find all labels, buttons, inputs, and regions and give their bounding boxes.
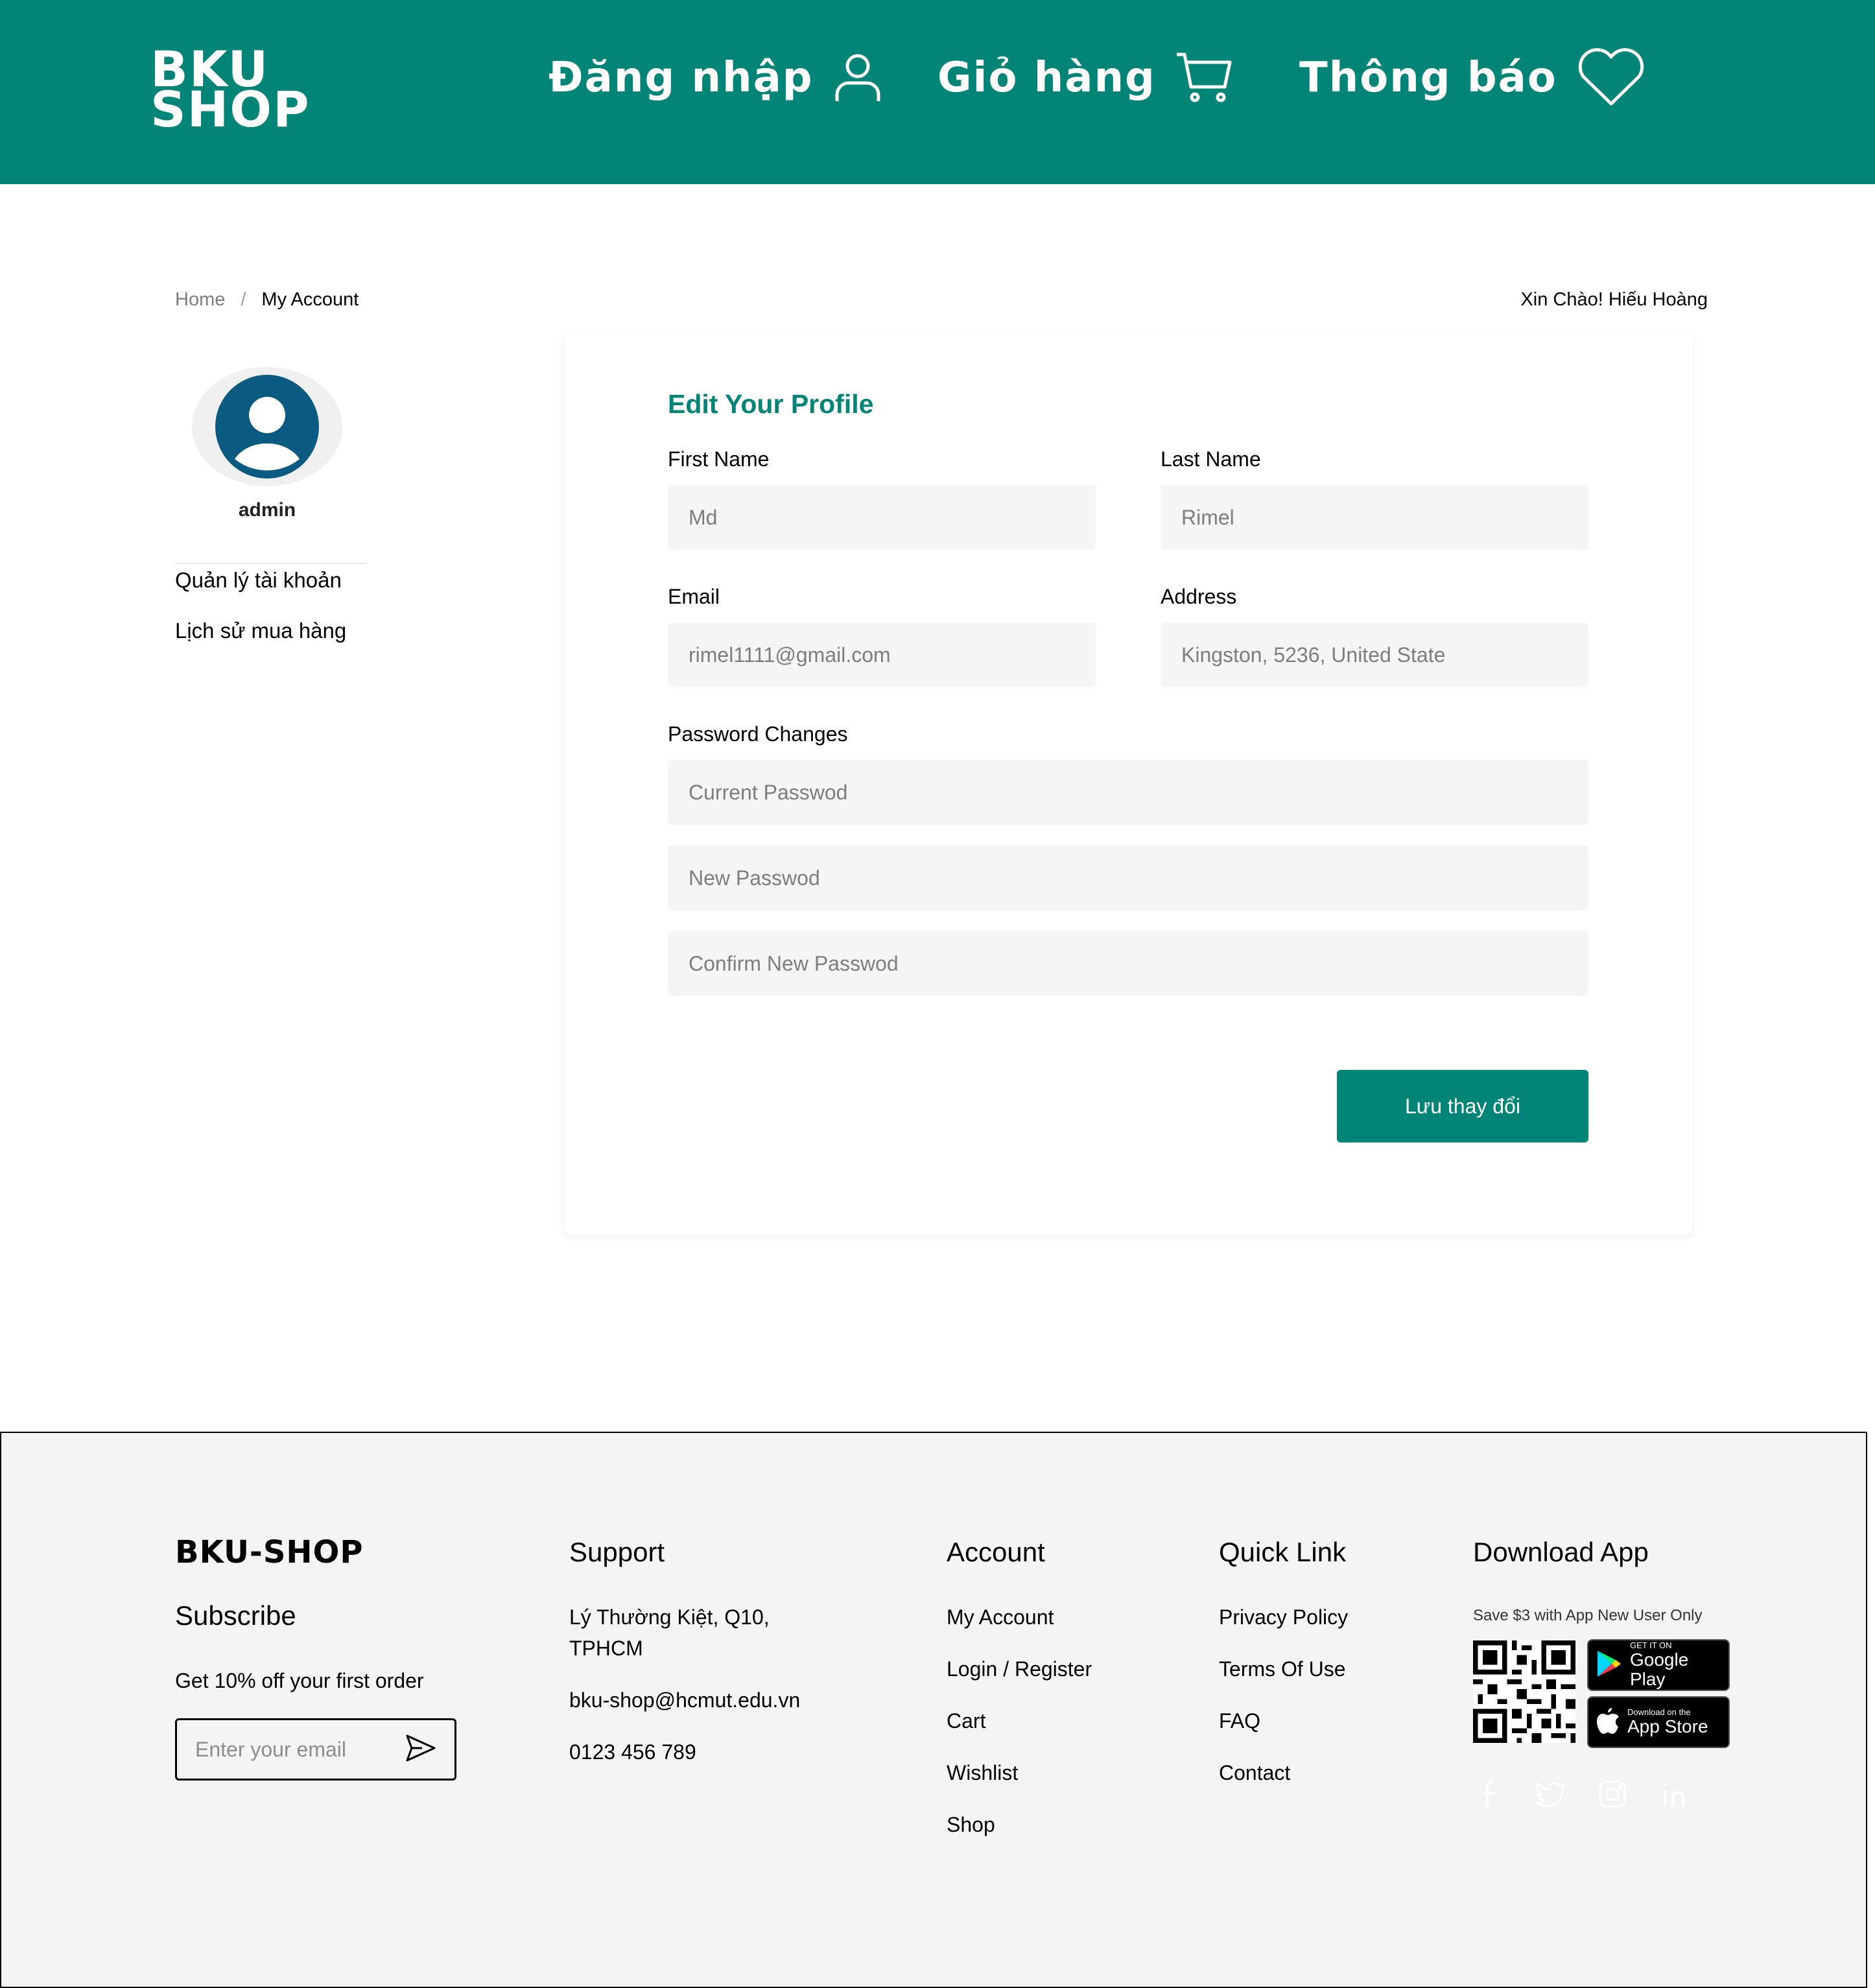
footer-link-terms-of-use[interactable]: Terms Of Use xyxy=(1219,1657,1346,1681)
google-play-big-text: Google Play xyxy=(1630,1650,1689,1689)
footer-link-privacy-policy[interactable]: Privacy Policy xyxy=(1219,1605,1348,1629)
last-name-label: Last Name xyxy=(1161,447,1261,471)
app-store-button[interactable]: Download on the App Store xyxy=(1587,1696,1730,1748)
footer-support-email[interactable]: bku-shop@hcmut.edu.vn xyxy=(569,1688,800,1712)
footer-link-contact[interactable]: Contact xyxy=(1219,1761,1290,1785)
new-password-field[interactable] xyxy=(668,846,1588,910)
footer-subscribe-title: Subscribe xyxy=(175,1600,296,1631)
first-name-field[interactable] xyxy=(668,485,1096,550)
footer-download-title: Download App xyxy=(1473,1537,1649,1567)
email-field[interactable] xyxy=(668,622,1096,687)
footer-email-form xyxy=(175,1718,456,1781)
first-name-label: First Name xyxy=(668,447,770,471)
user-avatar-icon xyxy=(215,375,319,479)
footer-support-phone[interactable]: 0123 456 789 xyxy=(569,1740,696,1764)
confirm-password-field[interactable] xyxy=(668,931,1588,996)
footer-support-address-2: TPHCM xyxy=(569,1637,643,1660)
save-button[interactable]: Lưu thay đổi xyxy=(1337,1070,1588,1142)
nav-cart[interactable]: Giỏ hàng xyxy=(938,39,1232,117)
password-section-label: Password Changes xyxy=(668,722,848,746)
footer-quick-link-title: Quick Link xyxy=(1219,1537,1347,1567)
cart-icon xyxy=(1175,52,1232,104)
footer-subscribe-offer: Get 10% off your first order xyxy=(175,1669,424,1692)
sidebar-item-account-management[interactable]: Quản lý tài khoản xyxy=(175,568,342,593)
facebook-icon[interactable] xyxy=(1473,1777,1508,1812)
footer-brand: BKU-SHOP xyxy=(175,1534,364,1570)
qr-code-icon xyxy=(1473,1640,1575,1743)
avatar xyxy=(192,367,342,486)
footer-download-promo: Save $3 with App New User Only xyxy=(1473,1607,1703,1624)
footer-link-my-account[interactable]: My Account xyxy=(947,1605,1054,1629)
last-name-field[interactable] xyxy=(1161,485,1588,550)
address-label: Address xyxy=(1161,585,1237,608)
current-password-field[interactable] xyxy=(668,760,1588,825)
sidebar-item-order-history[interactable]: Lịch sử mua hàng xyxy=(175,619,346,643)
nav-login-label: Đăng nhập xyxy=(548,54,814,102)
footer-link-login-register[interactable]: Login / Register xyxy=(947,1657,1092,1681)
footer-link-wishlist[interactable]: Wishlist xyxy=(947,1761,1018,1785)
breadcrumb: Home / My Account xyxy=(175,289,359,311)
instagram-icon[interactable] xyxy=(1595,1777,1630,1812)
footer-email-input[interactable] xyxy=(195,1737,390,1762)
google-play-button[interactable]: GET IT ON Google Play xyxy=(1587,1639,1730,1691)
site-header: BKU SHOP Đăng nhập Giỏ hàng Thông báo xyxy=(0,0,1875,184)
nav-notifications[interactable]: Thông báo xyxy=(1299,39,1645,117)
twitter-icon[interactable] xyxy=(1533,1777,1568,1812)
email-label: Email xyxy=(668,585,720,608)
footer-link-cart[interactable]: Cart xyxy=(947,1709,985,1733)
footer-support-address-1: Lý Thường Kiệt, Q10, xyxy=(569,1605,770,1629)
nav-login[interactable]: Đăng nhập xyxy=(548,39,882,117)
breadcrumb-home[interactable]: Home xyxy=(175,289,225,311)
app-store-big-text: App Store xyxy=(1627,1716,1708,1736)
sidebar-username: admin xyxy=(238,499,296,521)
app-store-small-text: Download on the xyxy=(1627,1707,1691,1717)
nav-cart-label: Giỏ hàng xyxy=(938,54,1156,102)
send-icon[interactable] xyxy=(405,1734,436,1766)
heart-icon xyxy=(1577,48,1645,108)
footer-link-faq[interactable]: FAQ xyxy=(1219,1709,1260,1733)
footer-support-title: Support xyxy=(569,1537,665,1567)
sidebar-divider xyxy=(175,563,366,564)
logo-line-2: SHOP xyxy=(150,80,311,138)
user-greeting: Xin Chào! Hiếu Hoàng xyxy=(1520,289,1708,310)
apple-icon xyxy=(1596,1707,1620,1738)
nav-notifications-label: Thông báo xyxy=(1299,54,1557,102)
google-play-small-text: GET IT ON xyxy=(1630,1640,1672,1650)
breadcrumb-separator: / xyxy=(241,289,246,310)
footer-link-shop[interactable]: Shop xyxy=(947,1813,995,1837)
breadcrumb-current: My Account xyxy=(261,289,359,310)
footer-account-title: Account xyxy=(947,1537,1045,1567)
linkedin-icon[interactable] xyxy=(1657,1777,1692,1812)
google-play-icon xyxy=(1596,1650,1622,1681)
user-icon xyxy=(833,52,882,104)
profile-title: Edit Your Profile xyxy=(668,389,874,419)
logo[interactable]: BKU SHOP xyxy=(150,45,311,138)
address-field[interactable] xyxy=(1161,622,1588,687)
